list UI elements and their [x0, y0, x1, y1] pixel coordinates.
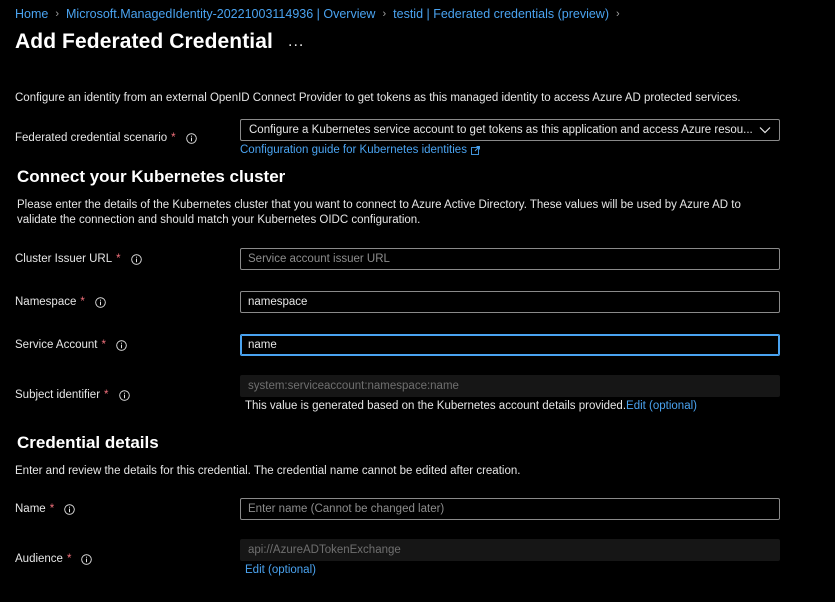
required-marker: *	[80, 296, 85, 308]
required-marker: *	[171, 132, 176, 144]
namespace-label-group: Namespace *	[15, 296, 106, 308]
info-icon[interactable]	[118, 389, 130, 401]
audience-label: Audience	[15, 553, 63, 565]
scenario-dropdown[interactable]: Configure a Kubernetes service account t…	[240, 119, 780, 141]
info-icon[interactable]	[130, 253, 142, 265]
subject-label-group: Subject identifier *	[15, 389, 130, 401]
scenario-label-group: Federated credential scenario *	[15, 132, 197, 144]
required-marker: *	[66, 553, 72, 565]
subject-identifier-label: Subject identifier	[15, 389, 101, 401]
credential-section-heading: Credential details	[17, 433, 159, 452]
subject-edit-link[interactable]: Edit (optional)	[626, 400, 697, 412]
subject-identifier-readonly: system:serviceaccount:namespace:name	[240, 375, 780, 397]
audience-label-group: Audience *	[15, 553, 93, 565]
name-label-group: Name *	[15, 503, 75, 515]
namespace-input[interactable]	[240, 291, 780, 313]
required-marker: *	[104, 389, 109, 401]
breadcrumb-federated-credentials-link[interactable]: testid | Federated credentials (preview)	[393, 7, 609, 21]
required-marker: *	[116, 253, 121, 265]
audience-readonly: api://AzureADTokenExchange	[240, 539, 780, 561]
audience-edit-link[interactable]: Edit (optional)	[245, 564, 316, 576]
chevron-right-icon: ›	[382, 8, 387, 20]
required-marker: *	[49, 503, 55, 515]
required-marker: *	[101, 339, 106, 351]
info-icon[interactable]	[116, 339, 127, 351]
subject-helper-text: This value is generated based on the Kub…	[245, 400, 627, 412]
service-account-input[interactable]	[240, 334, 780, 356]
breadcrumb-home-link[interactable]: Home	[15, 7, 48, 21]
cluster-issuer-url-input[interactable]	[240, 248, 780, 270]
service-account-label-group: Service Account *	[15, 339, 127, 351]
service-account-label: Service Account	[15, 339, 98, 351]
breadcrumb: Home › Microsoft.ManagedIdentity-2022100…	[15, 7, 627, 21]
scenario-selected-value: Configure a Kubernetes service account t…	[249, 124, 753, 136]
credential-section-description: Enter and review the details for this cr…	[15, 465, 521, 477]
info-icon[interactable]	[64, 503, 75, 515]
page-intro: Configure an identity from an external O…	[15, 92, 741, 104]
chevron-right-icon: ›	[616, 8, 620, 20]
chevron-right-icon: ›	[55, 8, 60, 20]
name-label: Name	[15, 503, 46, 515]
issuer-label-group: Cluster Issuer URL *	[15, 253, 142, 265]
page-title: Add Federated Credential	[15, 30, 273, 53]
namespace-label: Namespace	[15, 296, 77, 308]
kubernetes-guide-link-label: Configuration guide for Kubernetes ident…	[240, 144, 467, 156]
info-icon[interactable]	[95, 296, 106, 308]
subject-helper: This value is generated based on the Kub…	[245, 400, 697, 412]
credential-name-input[interactable]	[240, 498, 780, 520]
external-link-icon	[471, 145, 480, 155]
scenario-label: Federated credential scenario	[15, 132, 168, 144]
chevron-down-icon	[759, 126, 771, 134]
issuer-label: Cluster Issuer URL	[15, 253, 113, 265]
breadcrumb-identity-overview-link[interactable]: Microsoft.ManagedIdentity-20221003114936…	[66, 7, 375, 21]
more-options-button[interactable]: ...	[288, 33, 304, 51]
cluster-section-description: Please enter the details of the Kubernet…	[17, 199, 741, 226]
info-icon[interactable]	[185, 132, 197, 144]
info-icon[interactable]	[81, 553, 93, 565]
cluster-section-heading: Connect your Kubernetes cluster	[17, 167, 286, 186]
kubernetes-guide-link[interactable]: Configuration guide for Kubernetes ident…	[240, 144, 480, 156]
